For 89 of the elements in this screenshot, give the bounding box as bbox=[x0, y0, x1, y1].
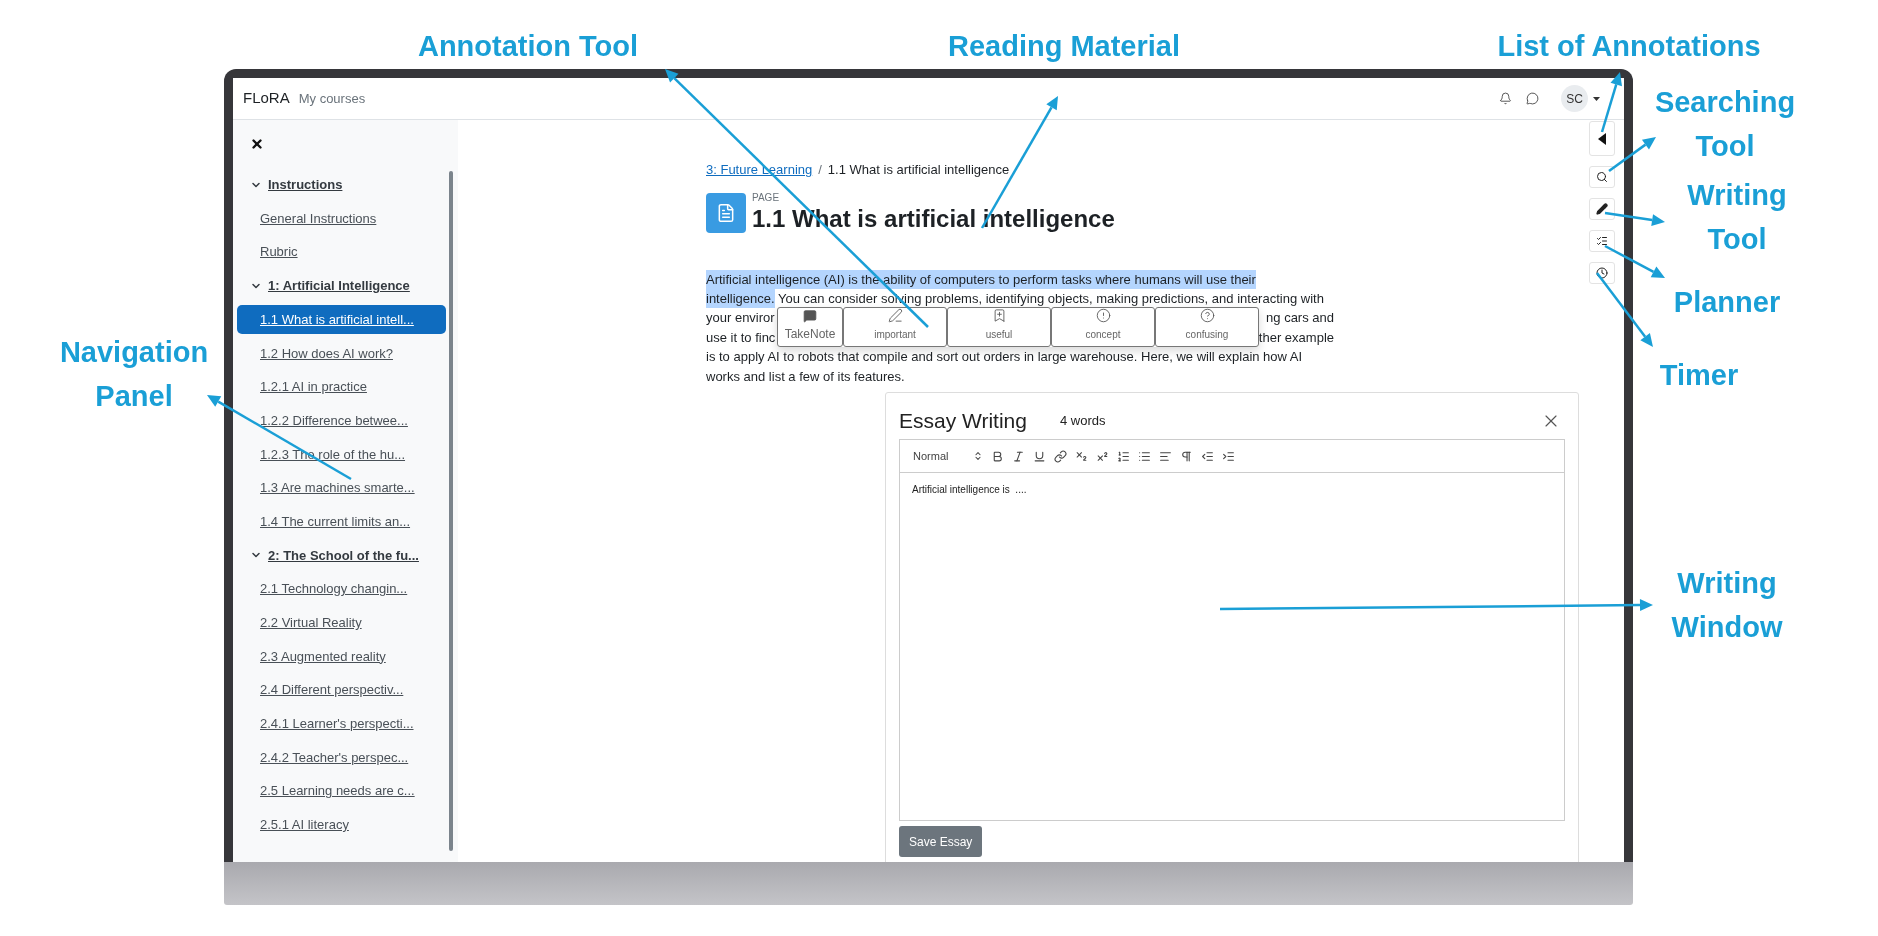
question-icon bbox=[1199, 308, 1215, 324]
callout-label: Planner bbox=[1673, 285, 1781, 320]
nav-item[interactable]: 2.1 Technology changin... bbox=[237, 574, 446, 604]
annotation-button[interactable]: important bbox=[843, 306, 947, 347]
nav-item[interactable]: 1.1 What is artificial intell... bbox=[237, 305, 446, 335]
callout-arrow bbox=[1604, 211, 1665, 226]
clock-icon bbox=[1596, 267, 1608, 279]
callout-label: Writing Window bbox=[1670, 566, 1784, 645]
nav-item[interactable]: 2.4.2 Teacher's perspec... bbox=[237, 743, 446, 773]
bookmark-icon bbox=[991, 308, 1007, 324]
paragraph-text: is to apply AI to robots that compile and sort out orders in large warehouse. Here, we will explain how AI bbox=[706, 348, 1303, 367]
pilcrow-icon[interactable] bbox=[1180, 449, 1193, 463]
updown-icon bbox=[973, 451, 983, 461]
exclamation-icon bbox=[1095, 308, 1111, 324]
callout-label: Searching Tool bbox=[1653, 85, 1797, 164]
format-select[interactable]: Normal bbox=[913, 447, 983, 465]
nav-item[interactable]: General Instructions bbox=[237, 204, 446, 234]
callout-label: Writing Tool bbox=[1686, 178, 1788, 257]
annotation-button[interactable]: TakeNote bbox=[777, 306, 843, 347]
page-label: PAGE bbox=[752, 191, 781, 204]
word-count: 4 words bbox=[1060, 412, 1106, 431]
paragraph-text: use it to finc bbox=[706, 328, 776, 347]
nav-item[interactable]: 2.4 Different perspectiv... bbox=[237, 675, 446, 705]
nav-item[interactable]: 1.2.1 AI in practice bbox=[237, 372, 446, 402]
callout-label: Navigation Panel bbox=[58, 335, 210, 414]
nav-item[interactable]: 1.2.2 Difference betwee... bbox=[237, 406, 446, 436]
outdent-icon[interactable] bbox=[1201, 449, 1214, 463]
scrollbar[interactable] bbox=[449, 171, 453, 851]
indent-icon[interactable] bbox=[1222, 449, 1235, 463]
pencil-button[interactable] bbox=[1589, 198, 1615, 220]
checklist-icon bbox=[1596, 235, 1608, 247]
paragraph-text: works and list a few of its features. bbox=[706, 367, 905, 386]
editor-field[interactable]: Artificial intelligence is .... bbox=[899, 473, 1565, 821]
superscript-icon[interactable] bbox=[1096, 449, 1109, 463]
callout-arrow bbox=[1600, 72, 1622, 133]
link-icon[interactable] bbox=[1054, 449, 1067, 463]
nav-item[interactable]: 2.3 Augmented reality bbox=[237, 641, 446, 671]
annotation-button[interactable]: concept bbox=[1051, 306, 1155, 347]
paragraph-text: ther example bbox=[1258, 328, 1334, 347]
nav-item[interactable]: 1.3 Are machines smarte... bbox=[237, 473, 446, 503]
breadcrumb-current: 1.1 What is artificial intelligence bbox=[827, 161, 1010, 179]
callout-label: Reading Material bbox=[947, 29, 1181, 64]
nav-item[interactable]: 2.4.1 Learner's perspecti... bbox=[237, 709, 446, 739]
search-button[interactable] bbox=[1589, 166, 1615, 188]
search-icon bbox=[1596, 171, 1608, 183]
nav-item[interactable]: 1.4 The current limits an... bbox=[237, 507, 446, 537]
pen-icon bbox=[887, 308, 903, 324]
align-icon[interactable] bbox=[1159, 449, 1172, 463]
brand-name[interactable]: FLoRA bbox=[243, 87, 290, 110]
save-essay-button[interactable]: Save Essay bbox=[899, 826, 983, 857]
annotation-button[interactable]: confusing bbox=[1155, 306, 1259, 347]
nav-item[interactable]: 2.5.1 AI literacy bbox=[237, 810, 446, 840]
italic-icon[interactable] bbox=[1012, 449, 1025, 463]
subscript-icon[interactable] bbox=[1075, 449, 1088, 463]
nav-item[interactable]: 2.2 Virtual Reality bbox=[237, 608, 446, 638]
bold-icon[interactable] bbox=[991, 449, 1004, 463]
numbered-list-icon[interactable] bbox=[1117, 449, 1130, 463]
underline-icon[interactable] bbox=[1033, 449, 1046, 463]
nav-link[interactable]: My courses bbox=[298, 88, 366, 109]
bullet-list-icon[interactable] bbox=[1138, 449, 1151, 463]
triangle-left-icon bbox=[1598, 132, 1606, 145]
nav-item[interactable]: 1.2 How does AI work? bbox=[237, 338, 446, 368]
essay-title: Essay Writing bbox=[899, 408, 1027, 435]
paragraph-text: intelligence. bbox=[706, 288, 775, 309]
page-icon bbox=[706, 192, 746, 233]
nav-item[interactable]: Rubric bbox=[237, 237, 446, 267]
callout-label: List of Annotations bbox=[1497, 29, 1761, 64]
pencil-icon bbox=[1596, 203, 1608, 215]
paragraph-text: ng cars and bbox=[1266, 309, 1334, 328]
clock-button[interactable] bbox=[1589, 262, 1615, 284]
chat-icon bbox=[803, 308, 817, 323]
annotation-button[interactable]: useful bbox=[947, 306, 1051, 347]
section-title[interactable]: Instructions bbox=[268, 175, 343, 195]
paragraph-text: Artificial intelligence (AI) is the ability of computers to perform tasks where humans will use their bbox=[706, 269, 1256, 289]
checklist-button[interactable] bbox=[1589, 230, 1615, 252]
user-avatar[interactable]: SC bbox=[1561, 85, 1588, 112]
bell-icon[interactable] bbox=[1499, 92, 1512, 105]
callout-label: Annotation Tool bbox=[417, 29, 639, 64]
caret-icon[interactable] bbox=[1593, 96, 1600, 101]
callout-arrow bbox=[1608, 137, 1656, 172]
collapse-button[interactable] bbox=[1589, 121, 1615, 156]
paragraph-text: your enviror bbox=[706, 309, 775, 328]
section-title[interactable]: 2: The School of the fu... bbox=[268, 545, 419, 566]
breadcrumb-separator: / bbox=[818, 161, 822, 179]
callout-label: Timer bbox=[1659, 358, 1739, 393]
section-title[interactable]: 1: Artificial Intelligence bbox=[268, 276, 410, 296]
nav-item[interactable]: 2.5 Learning needs are c... bbox=[237, 776, 446, 806]
close-icon[interactable] bbox=[250, 137, 264, 151]
chat-icon[interactable] bbox=[1526, 92, 1539, 105]
